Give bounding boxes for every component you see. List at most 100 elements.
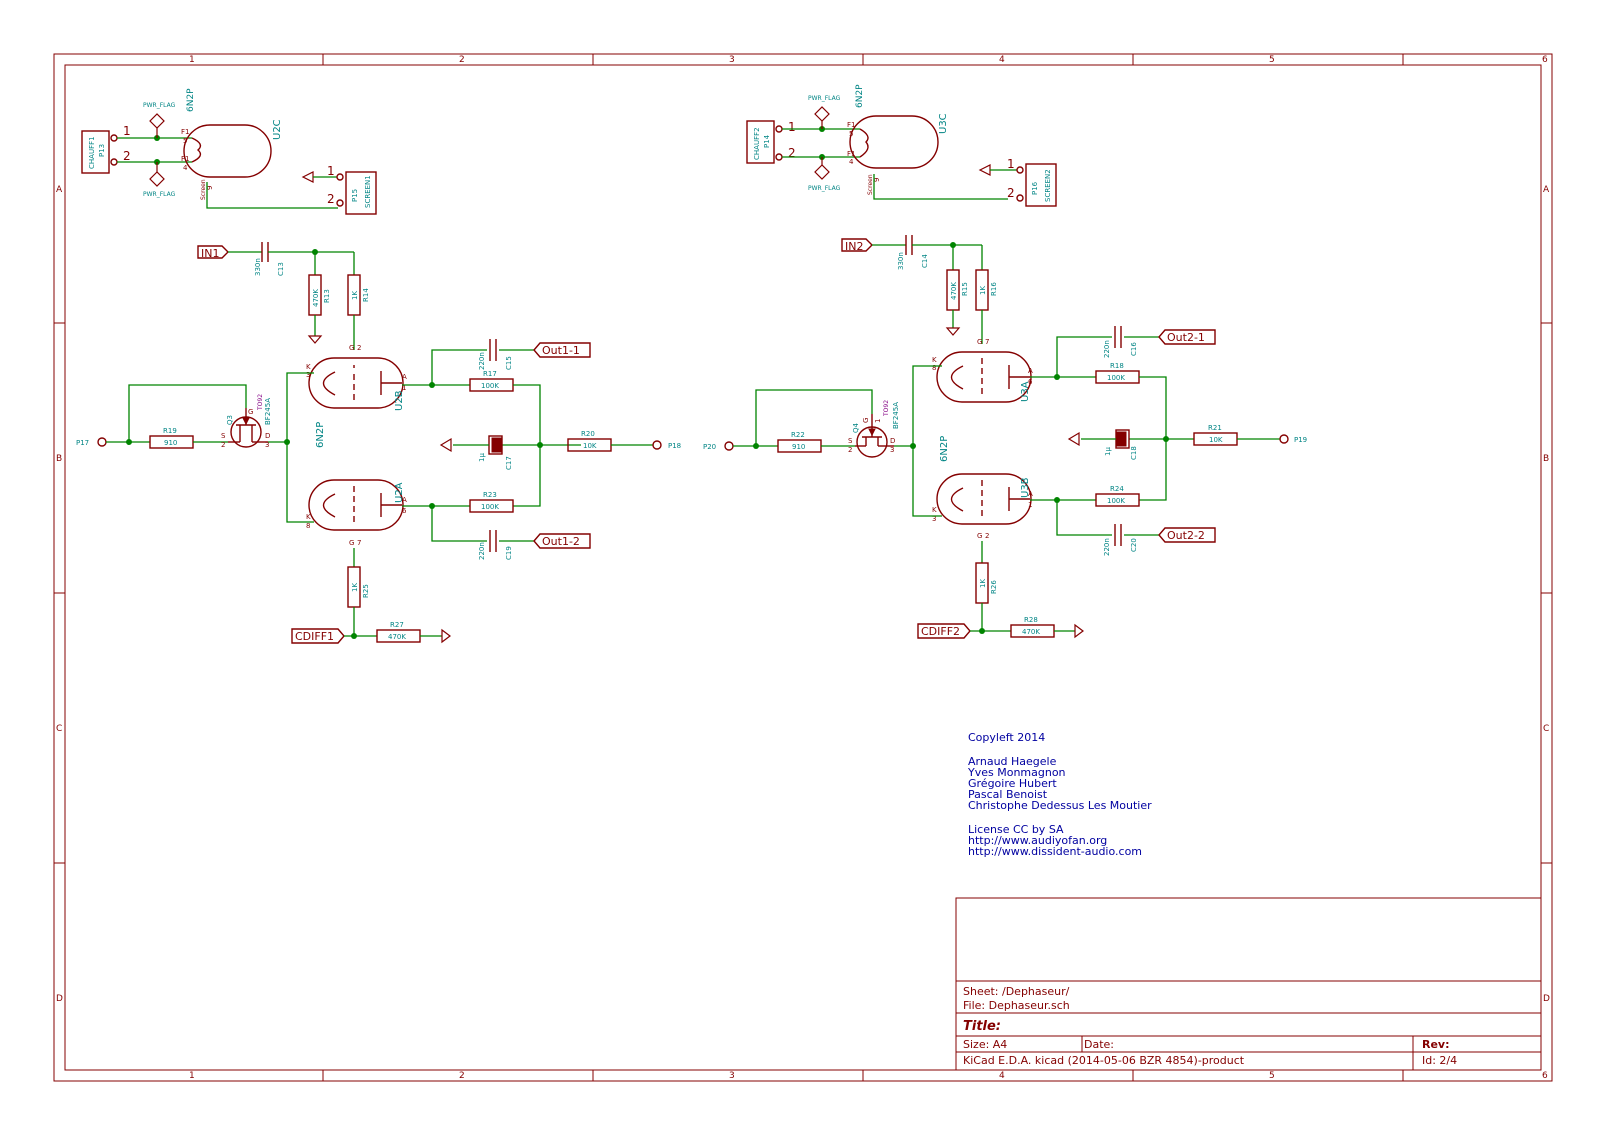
gnd-arrow-p16-icon (978, 164, 991, 176)
p16-pin2: 2 (1007, 186, 1015, 200)
q4-value: BF245A (892, 402, 900, 429)
p18-terminal[interactable] (652, 440, 662, 450)
sheet-name: Sheet: /Dephaseur/ (963, 985, 1070, 998)
author-5: Christophe Dedessus Les Moutier (968, 799, 1152, 812)
right-cdiff-section: 1K R26 CDIFF2 R28 470K (917, 541, 1084, 639)
u3a-value: 6N2P (939, 436, 950, 462)
right-cathode-section: P20 R22 910 G 1 S 2 D 3 Q4 BF245A TO92 (703, 365, 942, 517)
u2c-ref: U2C (272, 119, 283, 140)
q3-pin-d: D (265, 432, 270, 440)
u3a-ref: U3A (1020, 381, 1031, 402)
out2-2-text: Out2-2 (1167, 529, 1205, 542)
u3c-ref: U3C (938, 113, 949, 134)
r19-value: 910 (164, 439, 177, 447)
row-label-d: D (56, 994, 63, 1004)
u3c-screen-label: Screen (867, 174, 874, 195)
p19-ref: P19 (1294, 436, 1307, 444)
out1-2-text: Out1-2 (542, 535, 580, 548)
gnd-arrow-p15-icon (301, 171, 314, 183)
in2-text: IN2 (845, 240, 863, 253)
q3-package: TO92 (257, 394, 264, 411)
c16-value: 220n (1103, 340, 1111, 358)
row-label-a: A (56, 185, 63, 195)
u3b-pin-g-num: 2 (985, 532, 989, 540)
r23-ref: R23 (483, 491, 497, 499)
tube-u2c-envelope[interactable] (183, 124, 272, 178)
r23-value: 100K (481, 503, 499, 511)
q3-pin-s: S (221, 432, 226, 440)
u2a-pin-g: G (349, 539, 354, 547)
r13-value: 470K (312, 289, 320, 307)
p13-ref: P13 (98, 144, 106, 157)
in1-text: IN1 (201, 247, 219, 260)
p19-terminal[interactable] (1279, 434, 1289, 444)
u3a-pin-a: A (1028, 367, 1033, 375)
p16-ref: P16 (1031, 181, 1039, 195)
column-label-3: 3 (729, 55, 735, 65)
r18-ref: R18 (1110, 362, 1124, 370)
c15-value: 220n (478, 352, 486, 370)
c16-ref: C16 (1130, 342, 1138, 356)
q3-value: BF245A (264, 398, 272, 425)
u2c-pin5: 5 (183, 137, 187, 145)
u2a-pin-k: K (306, 513, 311, 521)
tube-u3c-envelope[interactable] (849, 115, 939, 169)
rev-label: Rev: (1422, 1038, 1450, 1051)
pwr-flag-bottom-right-label: PWR_FLAG (808, 185, 841, 192)
pwr-flag-top-right-icon (814, 106, 830, 122)
r19-ref: R19 (163, 427, 177, 435)
gnd-r27-icon (441, 628, 451, 644)
r21-ref: R21 (1208, 424, 1222, 432)
schematic-sheet: 1 2 3 4 5 6 1 2 3 4 5 6 A B C D A B C D … (53, 53, 1553, 1082)
r16-ref: R16 (990, 282, 998, 296)
p13-value: CHAUFF1 (88, 136, 96, 169)
right-tube-u3b: K 3 G 2 A 1 U3B (932, 473, 1033, 540)
gnd-c18-icon (1067, 431, 1080, 447)
c18-value: 1µ (1104, 447, 1112, 456)
q4-pin-d: D (890, 437, 895, 445)
r24-ref: R24 (1110, 485, 1124, 493)
u2c-f-top: F1 (181, 128, 189, 136)
r18-value: 100K (1107, 374, 1125, 382)
column-label-3-bottom: 3 (729, 1071, 735, 1081)
u2a-ref: U2A (394, 482, 405, 503)
credits-note: Copyleft 2014 Arnaud Haegele Yves Monmag… (967, 731, 1152, 858)
column-label-1-bottom: 1 (189, 1071, 195, 1081)
r20-ref: R20 (581, 430, 595, 438)
c20-ref: C20 (1130, 538, 1138, 552)
c14-value: 330n (897, 252, 905, 270)
column-label-5: 5 (1269, 55, 1275, 65)
u2b-pin-g: G (349, 344, 354, 352)
q3-pin-g: G (248, 408, 253, 416)
out1-1-text: Out1-1 (542, 344, 580, 357)
column-label-6-bottom: 6 (1542, 1071, 1548, 1081)
p16-value: SCREEN2 (1044, 169, 1052, 202)
right-output-network: 220n C16 Out2-1 R18 100K R21 10K P19 1µ … (1030, 326, 1307, 556)
left-tube-u2b: K 3 G 2 A 1 U2B 6N2P (306, 344, 407, 448)
copyleft-text: Copyleft 2014 (968, 731, 1045, 744)
link-dissident-audio: http://www.dissident-audio.com (968, 845, 1142, 858)
column-label-2-bottom: 2 (459, 1071, 465, 1081)
r14-ref: R14 (362, 288, 370, 302)
column-label-4-bottom: 4 (999, 1071, 1005, 1081)
left-output-network: 220n C15 Out1-1 R17 100K R20 10K P18 1µ … (402, 339, 681, 560)
id-label: Id: 2/4 (1422, 1054, 1457, 1067)
out2-1-text: Out2-1 (1167, 331, 1205, 344)
r15-ref: R15 (961, 282, 969, 296)
p20-terminal[interactable] (724, 441, 734, 451)
u3b-ref: U3B (1020, 477, 1031, 498)
p17-terminal[interactable] (97, 437, 107, 447)
left-screen-connector: 1 2 P15 SCREEN1 (301, 164, 377, 215)
row-label-c: C (56, 724, 62, 734)
pwr-flag-top-right-label: PWR_FLAG (808, 95, 841, 102)
u2c-f-bot: F1 (181, 155, 189, 163)
gnd-c17-icon (439, 437, 452, 453)
p14-value: CHAUFF2 (753, 127, 761, 160)
p14-pin1: 1 (788, 120, 796, 134)
pwr-flag-bottom-label: PWR_FLAG (143, 191, 176, 198)
r27-value: 470K (388, 633, 406, 641)
r16-value: 1K (979, 286, 987, 295)
p14-ref: P14 (763, 134, 771, 148)
q4-package: TO92 (883, 400, 890, 417)
left-cathode-section: P17 R19 910 G S 2 D 3 Q3 BF245A TO92 (76, 372, 314, 523)
